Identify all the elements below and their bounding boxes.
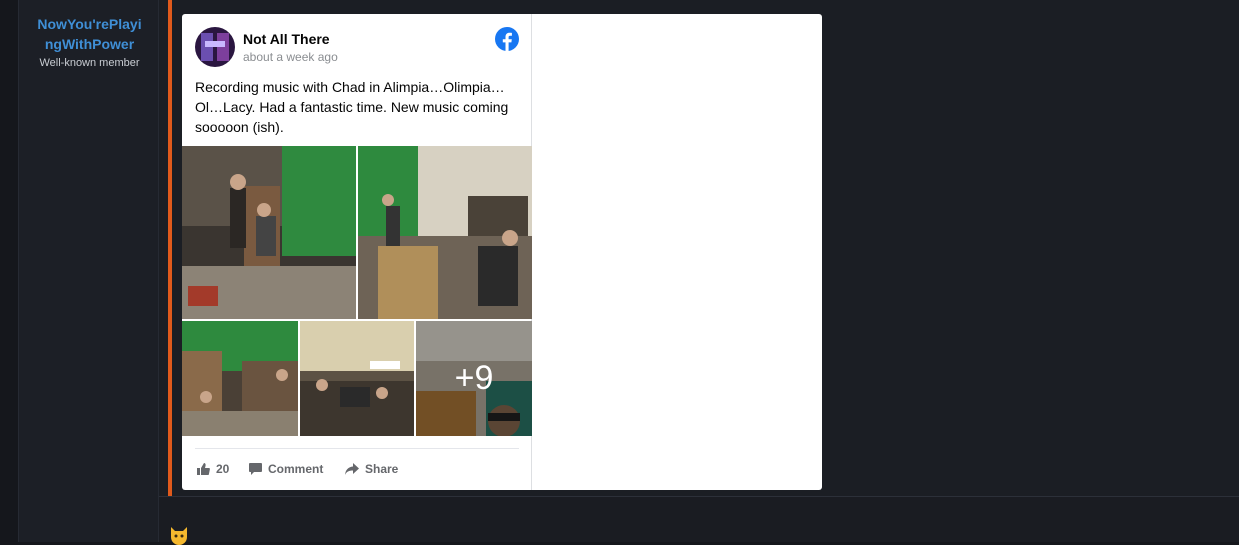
left-gutter bbox=[0, 0, 18, 542]
post-text: Recording music with Chad in Alimpia…Oli… bbox=[195, 79, 509, 135]
username-line-2[interactable]: ngWithPower bbox=[45, 36, 134, 52]
comment-icon bbox=[249, 463, 262, 475]
comment-label: Comment bbox=[268, 462, 324, 476]
user-avatar[interactable] bbox=[79, 0, 135, 8]
comment-button[interactable]: Comment bbox=[249, 460, 323, 478]
username[interactable]: NowYou'rePlayi ngWithPower bbox=[19, 14, 160, 54]
user-title: Well-known member bbox=[39, 57, 140, 69]
share-button[interactable]: Share bbox=[345, 460, 398, 478]
actions-divider bbox=[195, 448, 519, 449]
next-post-area bbox=[159, 497, 1239, 542]
more-photos-count[interactable]: +9 bbox=[416, 321, 532, 436]
photo-1[interactable] bbox=[182, 146, 356, 319]
username-line-1[interactable]: NowYou'rePlayi bbox=[37, 16, 141, 32]
photo-4[interactable] bbox=[300, 321, 414, 436]
page-avatar[interactable] bbox=[195, 27, 235, 67]
facebook-logo-icon[interactable] bbox=[494, 26, 520, 52]
share-icon bbox=[345, 463, 359, 475]
photo-5-more[interactable]: +9 bbox=[416, 321, 532, 436]
share-label: Share bbox=[365, 462, 399, 476]
like-count: 20 bbox=[216, 462, 230, 476]
user-panel: NowYou'rePlayi ngWithPower Well-known me… bbox=[18, 0, 159, 542]
photo-3[interactable] bbox=[182, 321, 298, 436]
facebook-embed: Not All There about a week ago Recording… bbox=[182, 14, 822, 490]
facebook-post: Not All There about a week ago Recording… bbox=[182, 14, 532, 490]
post-timestamp[interactable]: about a week ago bbox=[243, 50, 338, 64]
quote-accent-bar bbox=[168, 0, 172, 496]
like-icon bbox=[197, 463, 210, 475]
page-name[interactable]: Not All There bbox=[243, 31, 330, 47]
like-button[interactable]: 20 bbox=[197, 460, 229, 478]
photo-2[interactable] bbox=[358, 146, 532, 319]
